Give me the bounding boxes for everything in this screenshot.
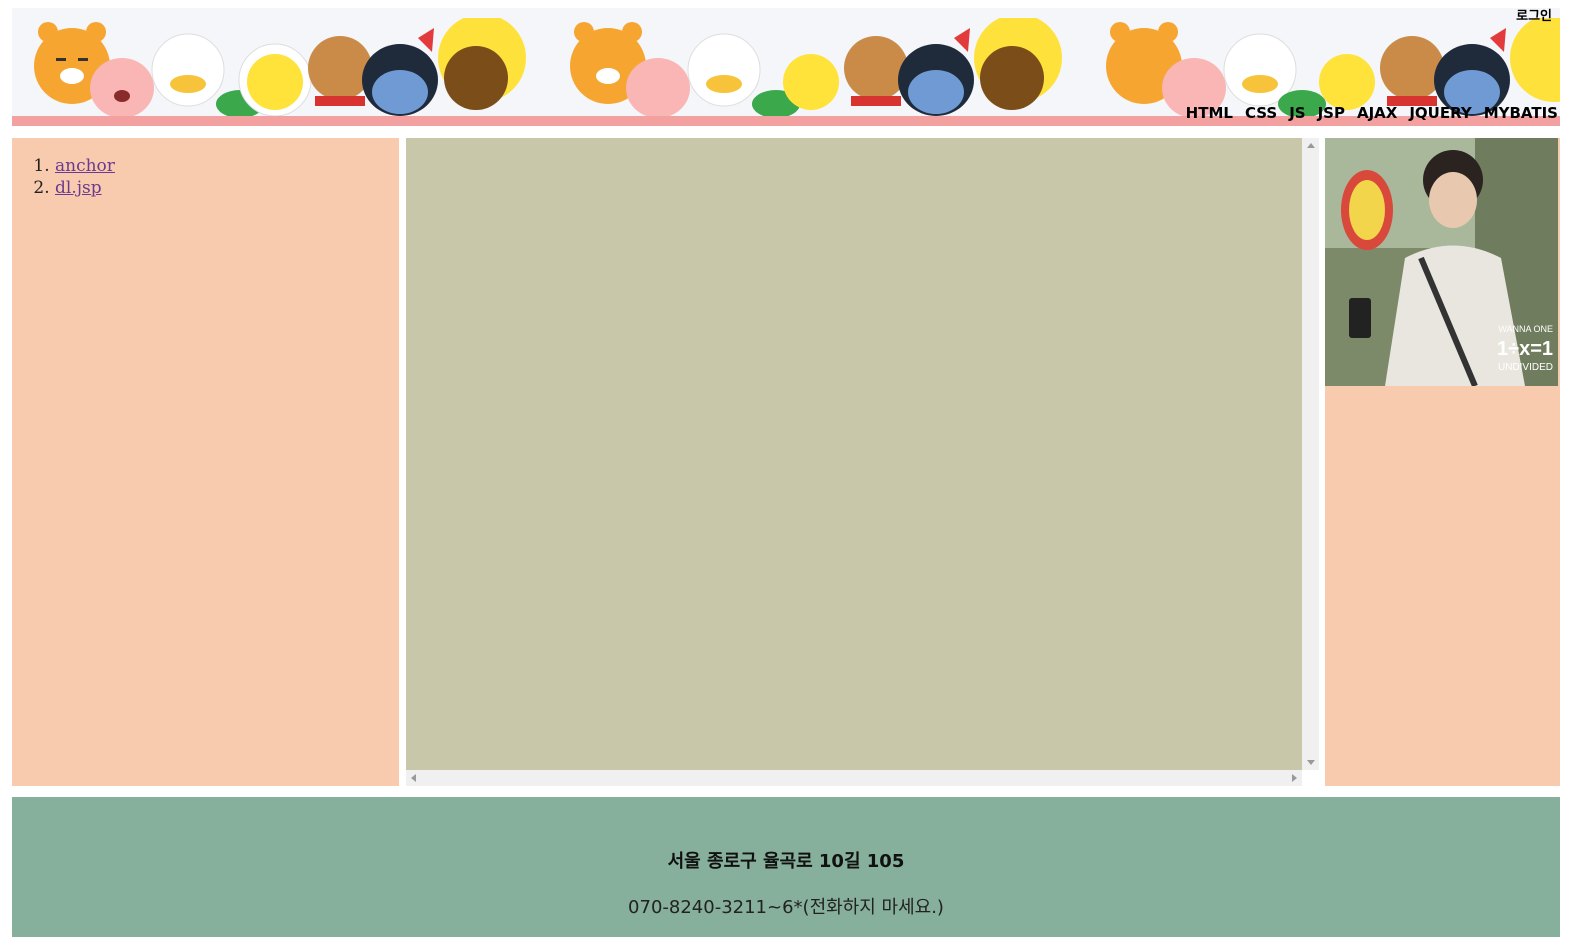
nav-mybatis[interactable]: MYBATIS	[1484, 104, 1558, 122]
left-sidebar: anchor dl.jsp	[12, 138, 399, 786]
list-item: anchor	[55, 156, 399, 176]
scroll-up-icon[interactable]	[1307, 143, 1315, 148]
content-iframe[interactable]	[406, 138, 1302, 770]
nav-ajax[interactable]: AJAX	[1357, 104, 1397, 122]
scrollbar-corner	[1302, 770, 1319, 786]
nav-jsp[interactable]: JSP	[1318, 104, 1345, 122]
sidebar-link-anchor[interactable]: anchor	[55, 156, 115, 176]
footer-phone: 070-8240-3211~6*(전화하지 마세요.)	[628, 897, 944, 918]
footer-address: 서울 종로구 율곡로 10길 105	[667, 851, 905, 872]
svg-text:1÷x=1: 1÷x=1	[1497, 338, 1553, 360]
nav-js[interactable]: JS	[1289, 104, 1305, 122]
footer: 서울 종로구 율곡로 10길 105 070-8240-3211~6*(전화하지…	[12, 797, 1560, 937]
login-link[interactable]: 로그인	[1516, 8, 1552, 24]
scroll-down-icon[interactable]	[1307, 760, 1315, 765]
sidebar-link-list: anchor dl.jsp	[12, 156, 399, 198]
horizontal-scrollbar[interactable]	[406, 770, 1302, 786]
kakao-friends-banner-icon	[570, 18, 1062, 116]
kakao-friends-banner-icon	[34, 18, 526, 116]
nav-css[interactable]: CSS	[1245, 104, 1277, 122]
nav-html[interactable]: HTML	[1186, 104, 1233, 122]
svg-text:WANNA ONE: WANNA ONE	[1498, 324, 1553, 334]
nav-jquery[interactable]: JQUERY	[1409, 104, 1471, 122]
scroll-left-icon[interactable]	[411, 774, 416, 782]
kakao-friends-banner-icon	[1106, 18, 1560, 116]
sidebar-link-dl-jsp[interactable]: dl.jsp	[55, 178, 102, 198]
vertical-scrollbar[interactable]	[1302, 138, 1319, 770]
list-item: dl.jsp	[55, 178, 399, 198]
top-nav: HTML CSS JS JSP AJAX JQUERY MYBATIS	[1186, 104, 1558, 122]
right-sidebar: WANNA ONE 1÷x=1 UNDIVIDED	[1325, 138, 1560, 786]
scroll-right-icon[interactable]	[1292, 774, 1297, 782]
svg-text:UNDIVIDED: UNDIVIDED	[1498, 362, 1553, 373]
person-photo-icon: WANNA ONE 1÷x=1 UNDIVIDED	[1325, 138, 1558, 386]
header-banner: 로그인 HTML CSS JS JSP AJAX JQUERY MYBATIS	[12, 8, 1560, 126]
